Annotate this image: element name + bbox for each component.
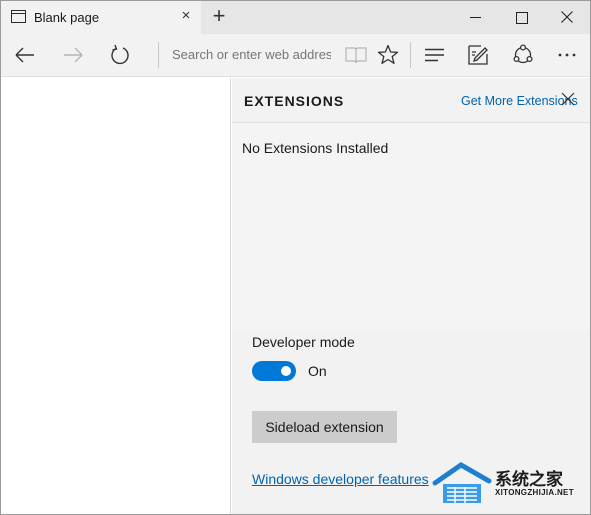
pane-close-button[interactable] [561, 92, 575, 106]
share-icon [513, 44, 533, 64]
toggle-state-label: On [308, 363, 327, 379]
extensions-pane-header: EXTENSIONS Get More Extensions [232, 78, 590, 123]
hub-button[interactable] [420, 40, 450, 70]
close-icon [561, 92, 575, 106]
forward-arrow-icon [64, 47, 83, 63]
tab-title: Blank page [34, 10, 100, 25]
back-button[interactable] [10, 40, 40, 70]
reading-view-button[interactable] [341, 40, 371, 70]
sideload-extension-button[interactable]: Sideload extension [252, 411, 397, 443]
developer-mode-toggle[interactable] [252, 361, 296, 381]
minimize-button[interactable] [452, 1, 498, 34]
close-icon [561, 11, 573, 23]
star-icon [377, 44, 399, 64]
empty-state-message: No Extensions Installed [242, 140, 389, 156]
book-icon [345, 47, 367, 64]
title-bar: Blank page × + [1, 1, 590, 34]
refresh-button[interactable] [105, 40, 135, 70]
more-dots-icon [558, 53, 576, 57]
watermark-chinese-text: 系统之家 [495, 470, 563, 490]
site-watermark: 系统之家 XITONGZHIJIA.NET [429, 457, 590, 514]
extensions-list: No Extensions Installed [232, 124, 590, 331]
forward-button[interactable] [58, 40, 88, 70]
favorite-button[interactable] [373, 40, 403, 70]
close-window-button[interactable] [544, 1, 590, 34]
toolbar-separator [410, 42, 411, 68]
back-arrow-icon [15, 47, 34, 63]
hub-lines-icon [425, 48, 444, 62]
toggle-knob [281, 366, 291, 376]
share-button[interactable] [508, 40, 538, 70]
tab-close-icon[interactable]: × [179, 8, 193, 23]
web-note-icon [468, 45, 488, 65]
tab-blank-page[interactable]: Blank page × [1, 1, 201, 34]
web-note-button[interactable] [463, 40, 493, 70]
new-tab-button[interactable]: + [208, 5, 230, 29]
watermark-domain-text: XITONGZHIJIA.NET [495, 488, 574, 497]
house-logo-icon [432, 462, 492, 503]
page-icon [11, 10, 26, 23]
maximize-button[interactable] [498, 1, 544, 34]
windows-developer-features-link[interactable]: Windows developer features [252, 471, 429, 487]
extensions-pane: EXTENSIONS Get More Extensions No Extens… [232, 78, 590, 514]
pane-title: EXTENSIONS [244, 93, 345, 109]
toolbar-separator [158, 42, 159, 68]
more-button[interactable] [553, 40, 583, 70]
refresh-icon [111, 44, 129, 65]
browser-window: Blank page × + Search or enter web addre… [0, 0, 591, 515]
web-page-content[interactable] [1, 78, 231, 514]
address-bar[interactable]: Search or enter web address [166, 42, 331, 68]
navigation-toolbar: Search or enter web address [1, 34, 590, 77]
developer-mode-label: Developer mode [252, 334, 355, 350]
